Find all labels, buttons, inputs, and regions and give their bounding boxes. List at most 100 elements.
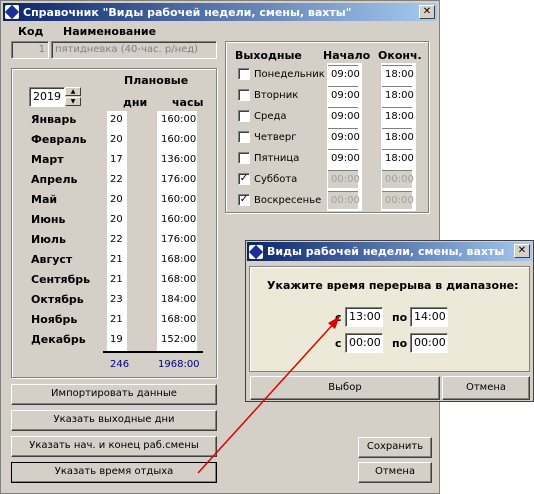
from-label-2: с xyxy=(335,337,342,350)
weekday-label: Воскресенье xyxy=(254,195,322,206)
start-time-field[interactable]: 09:00 xyxy=(328,149,360,167)
days-off-header: Выходные xyxy=(235,49,302,62)
day-off-checkbox[interactable]: ✓ xyxy=(238,194,250,206)
weekday-label: Вторник xyxy=(254,90,299,101)
day-off-checkbox[interactable] xyxy=(238,110,250,122)
end-time-field[interactable]: 18:00 xyxy=(382,149,414,167)
save-button[interactable]: Сохранить xyxy=(358,437,432,458)
month-hours[interactable]: 168:00 xyxy=(161,251,196,269)
name-field[interactable]: пятидневка (40-час. р/нед) xyxy=(51,41,217,59)
weekday-label: Суббота xyxy=(254,174,298,185)
month-label: Ноябрь xyxy=(31,313,78,326)
month-hours[interactable]: 136:00 xyxy=(161,151,196,169)
end-header: Оконч. xyxy=(378,49,422,62)
hours-header: часы xyxy=(172,96,204,109)
break-time-dialog: Виды рабочей недели, смены, вахты ✕ Укаж… xyxy=(245,240,534,402)
break-to-1[interactable]: 14:00 xyxy=(410,307,448,327)
weekday-label: Понедельник xyxy=(254,69,325,80)
start-time-field[interactable]: 09:00 xyxy=(328,65,360,83)
app-icon xyxy=(4,4,20,20)
month-hours[interactable]: 160:00 xyxy=(161,131,196,149)
day-off-checkbox[interactable] xyxy=(238,152,250,164)
month-label: Январь xyxy=(31,113,77,126)
month-days[interactable]: 20 xyxy=(110,211,123,229)
start-header: Начало xyxy=(323,49,371,62)
weekday-label: Четверг xyxy=(254,132,297,143)
code-label: Код xyxy=(18,25,44,38)
month-days[interactable]: 21 xyxy=(110,251,123,269)
main-title: Справочник "Виды рабочей недели, смены, … xyxy=(23,5,352,19)
day-off-checkbox[interactable] xyxy=(238,68,250,80)
month-days[interactable]: 21 xyxy=(110,311,123,329)
day-off-checkbox[interactable] xyxy=(238,131,250,143)
month-days[interactable]: 22 xyxy=(110,231,123,249)
name-label: Наименование xyxy=(63,25,157,38)
break-from-1[interactable]: 13:00 xyxy=(345,307,383,327)
start-time-field[interactable]: 09:00 xyxy=(328,86,360,104)
month-hours[interactable]: 176:00 xyxy=(161,231,196,249)
dialog-app-icon xyxy=(248,244,264,259)
month-hours[interactable]: 160:00 xyxy=(161,111,196,129)
set-rest-button[interactable]: Указать время отдыха xyxy=(11,462,217,483)
code-field[interactable]: 1 xyxy=(11,41,49,59)
month-days[interactable]: 23 xyxy=(110,291,123,309)
month-days[interactable]: 20 xyxy=(110,111,123,129)
weekday-label: Среда xyxy=(254,111,287,122)
month-days[interactable]: 20 xyxy=(110,191,123,209)
month-days[interactable]: 19 xyxy=(110,331,123,349)
month-days[interactable]: 22 xyxy=(110,171,123,189)
month-label: Июль xyxy=(31,233,66,246)
dialog-close-button[interactable]: ✕ xyxy=(514,244,530,258)
start-time-field[interactable]: 09:00 xyxy=(328,107,360,125)
end-time-field[interactable]: 18:00 xyxy=(382,86,414,104)
from-label-1: с xyxy=(335,311,342,324)
month-label: Июнь xyxy=(31,213,66,226)
set-days-off-button[interactable]: Указать выходные дни xyxy=(11,410,217,431)
month-label: Сентябрь xyxy=(31,273,91,286)
dialog-prompt: Укажите время перерыва в диапазоне: xyxy=(267,279,519,292)
dialog-cancel-button[interactable]: Отмена xyxy=(442,376,530,400)
month-days[interactable]: 20 xyxy=(110,131,123,149)
end-time-field[interactable]: 00:00 xyxy=(382,191,414,209)
days-header: дни xyxy=(123,96,148,109)
month-hours[interactable]: 160:00 xyxy=(161,191,196,209)
month-hours[interactable]: 152:00 xyxy=(161,331,196,349)
month-label: Май xyxy=(31,193,58,206)
start-time-field[interactable]: 00:00 xyxy=(328,191,360,209)
total-days: 246 xyxy=(110,359,130,370)
month-label: Октябрь xyxy=(31,293,84,306)
month-hours[interactable]: 160:00 xyxy=(161,211,196,229)
dialog-titlebar: Виды рабочей недели, смены, вахты ✕ xyxy=(247,242,532,261)
cancel-button[interactable]: Отмена xyxy=(358,462,432,483)
break-to-2[interactable]: 00:00 xyxy=(410,333,448,353)
planned-header: Плановые xyxy=(124,74,189,87)
month-hours[interactable]: 168:00 xyxy=(161,311,196,329)
weekday-label: Пятница xyxy=(254,153,300,164)
dialog-title: Виды рабочей недели, смены, вахты xyxy=(267,245,505,258)
month-days[interactable]: 21 xyxy=(110,271,123,289)
day-off-checkbox[interactable] xyxy=(238,89,250,101)
start-time-field[interactable]: 09:00 xyxy=(328,128,360,146)
year-spin-down[interactable]: ▼ xyxy=(65,97,81,106)
dialog-select-button[interactable]: Выбор xyxy=(250,376,440,400)
month-days[interactable]: 17 xyxy=(110,151,123,169)
set-shift-button[interactable]: Указать нач. и конец раб.смены xyxy=(11,436,217,457)
month-hours[interactable]: 184:00 xyxy=(161,291,196,309)
month-label: Апрель xyxy=(31,173,78,186)
total-hours: 1968:00 xyxy=(158,359,200,370)
day-off-checkbox[interactable]: ✓ xyxy=(238,173,250,185)
end-time-field[interactable]: 18:00 xyxy=(382,65,414,83)
end-time-field[interactable]: 18:00 xyxy=(382,128,414,146)
month-hours[interactable]: 176:00 xyxy=(161,171,196,189)
break-from-2[interactable]: 00:00 xyxy=(345,333,383,353)
year-field[interactable]: 2019 xyxy=(29,87,65,107)
end-time-field[interactable]: 00:00 xyxy=(382,170,414,188)
import-data-button[interactable]: Импортировать данные xyxy=(11,384,217,405)
to-label-2: по xyxy=(392,337,408,350)
main-close-button[interactable]: ✕ xyxy=(419,5,435,19)
end-time-field[interactable]: 18:00 xyxy=(382,107,414,125)
year-spin-up[interactable]: ▲ xyxy=(65,87,81,96)
start-time-field[interactable]: 00:00 xyxy=(328,170,360,188)
month-hours[interactable]: 168:00 xyxy=(161,271,196,289)
to-label-1: по xyxy=(392,311,408,324)
